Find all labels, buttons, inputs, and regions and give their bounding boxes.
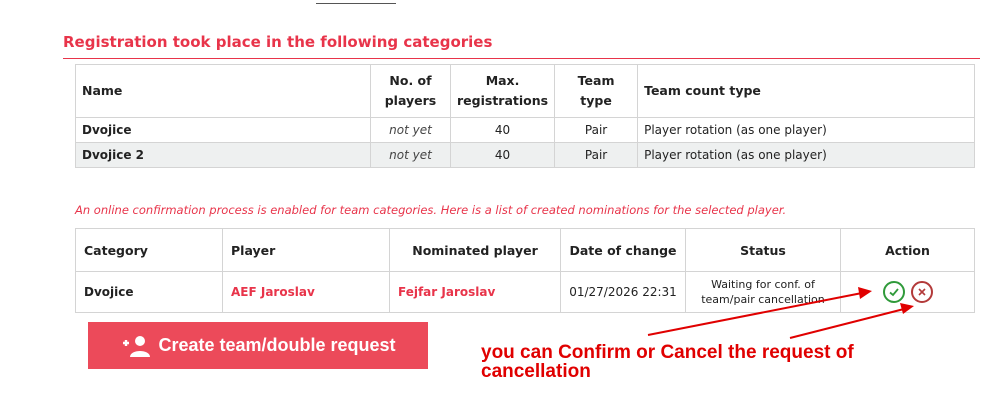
col-header-team-type: Team type <box>554 64 639 118</box>
section-divider <box>63 58 980 59</box>
create-button-label: Create team/double request <box>158 335 396 355</box>
table-row: Dvojice not yet 40 Pair Player rotation … <box>75 117 975 143</box>
cell-max: 40 <box>449 117 556 143</box>
cell-name: Dvojice <box>75 117 371 143</box>
col-header-player: Player <box>222 228 390 272</box>
col-header-max: Max. registrations <box>449 64 556 118</box>
info-note: An online confirmation process is enable… <box>75 203 787 217</box>
cell-max: 40 <box>449 142 556 168</box>
status-line2: team/pair cancellation <box>701 293 825 306</box>
col-header-count-type: Team count type <box>637 64 975 118</box>
table-header-row: Name No. of players Max. registrations T… <box>75 64 975 118</box>
col-header-status: Status <box>685 228 841 272</box>
cell-players: not yet <box>370 142 451 168</box>
cell-team-type: Pair <box>554 142 639 168</box>
col-header-max-line1: Max. <box>485 73 520 88</box>
cell-category: Dvojice <box>75 271 223 313</box>
col-header-players-line2: players <box>384 93 437 108</box>
annotation-line2: cancellation <box>481 361 591 382</box>
status-line1: Waiting for conf. of <box>711 278 815 291</box>
cell-players: not yet <box>370 117 451 143</box>
annotation-line1: you can Confirm or Cancel the request of <box>481 342 854 363</box>
cell-name: Dvojice 2 <box>75 142 371 168</box>
x-circle-icon[interactable] <box>910 281 933 303</box>
col-header-date: Date of change <box>560 228 686 272</box>
categories-table: Name No. of players Max. registrations T… <box>75 64 975 168</box>
check-circle-icon[interactable] <box>882 281 905 303</box>
col-header-max-line2: registrations <box>457 93 549 108</box>
table-header-row: Category Player Nominated player Date of… <box>75 228 975 272</box>
cell-status: Waiting for conf. of team/pair cancellat… <box>685 271 841 313</box>
table-row: Dvojice 2 not yet 40 Pair Player rotatio… <box>75 142 975 168</box>
cell-count-type: Player rotation (as one player) <box>637 117 975 143</box>
col-header-name: Name <box>75 64 371 118</box>
col-header-players: No. of players <box>370 64 451 118</box>
cell-team-type: Pair <box>554 117 639 143</box>
table-row: Dvojice AEF Jaroslav Fejfar Jaroslav 01/… <box>75 271 975 313</box>
col-header-players-line1: No. of <box>389 73 432 88</box>
col-header-nominated: Nominated player <box>389 228 561 272</box>
create-team-request-button[interactable]: Create team/double request <box>88 322 428 369</box>
nominations-table: Category Player Nominated player Date of… <box>75 228 975 313</box>
col-header-category: Category <box>75 228 223 272</box>
cell-count-type: Player rotation (as one player) <box>637 142 975 168</box>
annotation-text: you can Confirm or Cancel the request of… <box>481 343 1000 381</box>
cell-player: AEF Jaroslav <box>222 271 390 313</box>
top-link-underline[interactable] <box>316 0 396 4</box>
add-user-icon <box>120 334 152 358</box>
col-header-action: Action <box>840 228 975 272</box>
section-title: Registration took place in the following… <box>63 33 493 51</box>
action-buttons <box>849 281 966 303</box>
cell-date: 01/27/2026 22:31 <box>560 271 686 313</box>
arrow-to-cancel <box>789 308 905 339</box>
cell-action <box>840 271 975 313</box>
cell-nominated-player: Fejfar Jaroslav <box>389 271 561 313</box>
